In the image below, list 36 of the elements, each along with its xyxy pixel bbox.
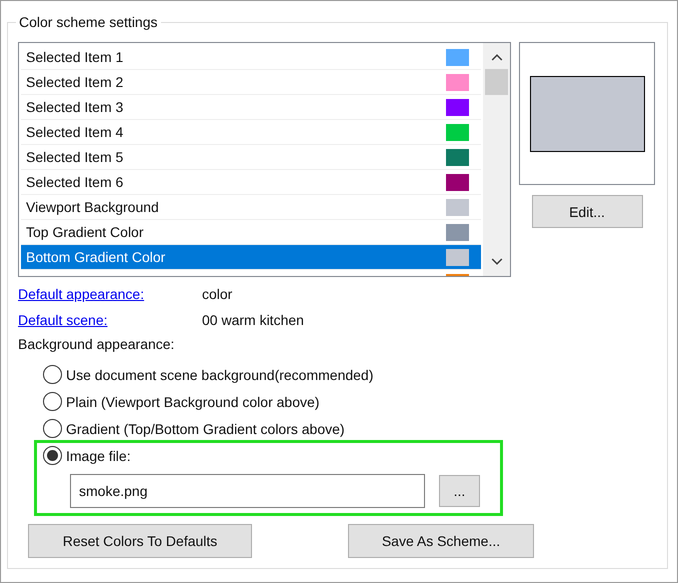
default-value: color [202,286,232,302]
scrollbar[interactable] [483,43,510,276]
radio-button[interactable] [43,392,62,411]
background-label: Background appearance: [18,336,176,354]
radio-button[interactable] [43,446,62,465]
list-item[interactable]: Selected Item 3 [21,95,481,120]
radio-label: Use document scene background(recommended) [66,366,374,382]
radio-option[interactable]: Image file: [18,442,657,469]
list-item[interactable]: Selected Item 4 [21,120,481,145]
radio-option[interactable]: Plain (Viewport Background color above) [18,388,657,415]
radio-label: Plain (Viewport Background color above) [66,394,320,410]
default-value: 00 warm kitchen [202,312,304,328]
radio-label: Image file: [66,448,131,464]
list-item[interactable]: Bottom Gradient Color [21,245,481,270]
list-item[interactable]: Viewport Background [21,195,481,220]
list-item[interactable]: Selected Item 5 [21,145,481,170]
radio-button[interactable] [43,419,62,438]
browse-button[interactable]: ... [439,475,480,507]
radio-option[interactable]: Gradient (Top/Bottom Gradient colors above) [18,415,657,442]
radio-label: Gradient (Top/Bottom Gradient colors above) [66,420,345,436]
radio-button[interactable] [43,365,62,384]
list-item[interactable]: Selected Item 1 [21,45,481,70]
scroll-thumb[interactable] [485,69,508,95]
edit-button[interactable]: Edit... [532,195,642,228]
scroll-up-icon[interactable] [490,53,502,61]
default-link[interactable]: Default scene: [18,312,202,328]
default-link[interactable]: Default appearance: [18,286,202,302]
scroll-down-icon[interactable] [490,258,502,266]
list-item[interactable]: Selected Item 2 [21,70,481,95]
image-file-field[interactable]: smoke.png [70,474,425,508]
radio-option[interactable]: Use document scene background(recommended) [18,361,657,388]
reset-button[interactable]: Reset Colors To Defaults [28,524,252,558]
list-item[interactable]: Selected Item 6 [21,170,481,195]
color-list[interactable]: Selected Item 1 Selected Item 2 Selected Item 3 Selected Item 4 Selected Item 5 Selected Item 6 Viewport Background Top Gradient Color Bottom Gradient Color [18,42,511,277]
save-scheme-button[interactable]: Save As Scheme... [348,524,534,558]
group-title: Color scheme settings [18,14,159,30]
